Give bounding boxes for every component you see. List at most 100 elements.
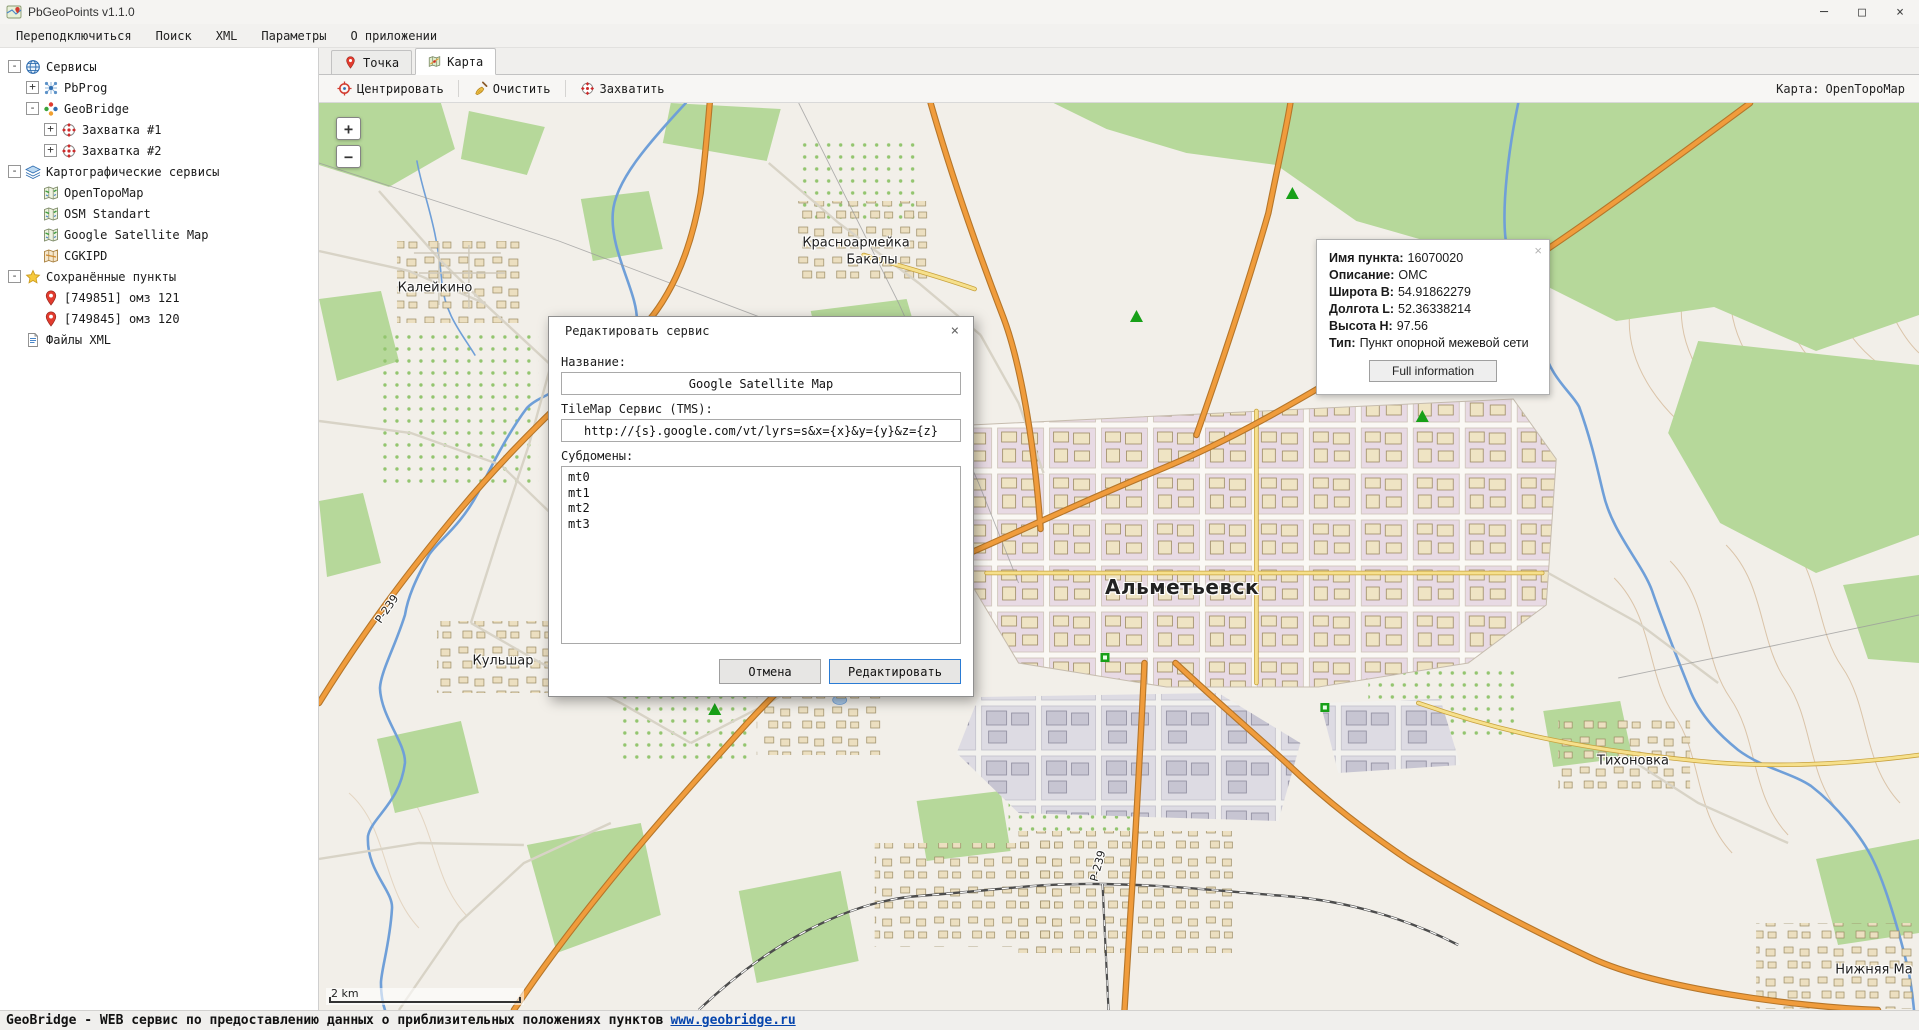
expand-toggle[interactable]: +	[44, 144, 57, 157]
info-value: Пункт опорной межевой сети	[1360, 336, 1529, 350]
restore-button[interactable]: □	[1843, 0, 1881, 24]
tree-item-label: Google Satellite Map	[64, 228, 209, 242]
tree-item-point-749845[interactable]: [749845] омз 120	[0, 308, 318, 329]
expand-toggle[interactable]: +	[44, 123, 57, 136]
close-icon[interactable]: ×	[1534, 242, 1542, 259]
tabbar: Точка Карта	[319, 48, 1919, 75]
crosshair-icon	[337, 81, 352, 96]
tab-point[interactable]: Точка	[331, 50, 412, 74]
map-source-value[interactable]: OpenTopoMap	[1826, 82, 1905, 96]
expand-toggle[interactable]: -	[26, 102, 39, 115]
map-service-icon	[43, 227, 59, 243]
tree-item-capture-2[interactable]: + Захватка #2	[0, 140, 318, 161]
info-row: Имя пункта:16070020	[1329, 250, 1537, 267]
tree-item-label: Захватка #2	[82, 144, 161, 158]
center-button[interactable]: Центрировать	[329, 77, 452, 100]
tree-item-label: PbProg	[64, 81, 107, 95]
pin-icon	[344, 56, 357, 69]
network-icon	[43, 80, 59, 96]
info-row: Широта B:54.91862279	[1329, 284, 1537, 301]
close-button[interactable]: ×	[1881, 0, 1919, 24]
menu-search[interactable]: Поиск	[144, 26, 204, 46]
status-text: GeoBridge - WEB сервис по предоставлению…	[6, 1013, 663, 1028]
subdomains-textarea[interactable]: mt0 mt1 mt2 mt3	[561, 466, 961, 644]
edit-service-dialog: Редактировать сервис × Название: TileMap…	[548, 316, 974, 697]
info-label: Высота H:	[1329, 319, 1393, 333]
tree-item-services[interactable]: - Сервисы	[0, 56, 318, 77]
tree-item-xml-files[interactable]: Файлы XML	[0, 329, 318, 350]
geobridge-link[interactable]: www.geobridge.ru	[670, 1013, 795, 1028]
window-title: PbGeoPoints v1.1.0	[28, 5, 135, 19]
tree-item-geobridge[interactable]: - GeoBridge	[0, 98, 318, 119]
tree-item-label: Захватка #1	[82, 123, 161, 137]
geobridge-icon	[43, 101, 59, 117]
globe-services-icon	[25, 59, 41, 75]
full-information-button[interactable]: Full information	[1369, 360, 1497, 382]
menubar: Переподключиться Поиск XML Параметры О п…	[0, 24, 1919, 48]
clear-button[interactable]: Очистить	[465, 77, 559, 100]
expand-toggle[interactable]: +	[26, 81, 39, 94]
info-row: Тип:Пункт опорной межевой сети	[1329, 335, 1537, 352]
xml-file-icon	[25, 332, 41, 348]
info-row: Долгота L:52.36338214	[1329, 301, 1537, 318]
service-name-label: Название:	[561, 355, 961, 369]
tree-item-cgkipd[interactable]: CGKIPD	[0, 245, 318, 266]
star-icon	[25, 269, 41, 285]
tree-item-pbprog[interactable]: + PbProg	[0, 77, 318, 98]
target-icon	[580, 81, 595, 96]
menu-about[interactable]: О приложении	[338, 26, 449, 46]
expand-toggle[interactable]: -	[8, 165, 21, 178]
info-value: 52.36338214	[1398, 302, 1471, 316]
info-value: ОМС	[1398, 268, 1427, 282]
zoom-in-button[interactable]: +	[336, 117, 361, 140]
tree-item-carto-services[interactable]: - Картографические сервисы	[0, 161, 318, 182]
tree-item-label: Файлы XML	[46, 333, 111, 347]
tree-item-label: CGKIPD	[64, 249, 107, 263]
tree-item-osm-standart[interactable]: OSM Standart	[0, 203, 318, 224]
tree-item-label: Сохранённые пункты	[46, 270, 176, 284]
tms-url-input[interactable]	[561, 419, 961, 442]
close-icon[interactable]: ×	[947, 323, 963, 339]
expand-toggle[interactable]: -	[8, 60, 21, 73]
menu-reconnect[interactable]: Переподключиться	[4, 26, 144, 46]
zoom-control: + −	[336, 117, 361, 168]
tab-map[interactable]: Карта	[415, 48, 496, 75]
capture-button[interactable]: Захватить	[572, 77, 673, 100]
center-button-label: Центрировать	[357, 82, 444, 96]
tab-label: Точка	[363, 56, 399, 70]
expand-toggle[interactable]: -	[8, 270, 21, 283]
target-capture-icon	[61, 143, 77, 159]
info-value: 97.56	[1397, 319, 1428, 333]
map-icon	[428, 55, 441, 68]
pin-icon	[43, 290, 59, 306]
map-source-label: Карта:	[1776, 82, 1819, 96]
subdomains-label: Субдомены:	[561, 449, 961, 463]
menu-parameters[interactable]: Параметры	[249, 26, 338, 46]
scale-line	[329, 997, 521, 1003]
tree-item-label: Картографические сервисы	[46, 165, 219, 179]
tree-item-saved-points[interactable]: - Сохранённые пункты	[0, 266, 318, 287]
tree-item-opentopomap[interactable]: OpenTopoMap	[0, 182, 318, 203]
toolbar-separator	[565, 80, 566, 97]
tree-item-capture-1[interactable]: + Захватка #1	[0, 119, 318, 140]
sidebar-tree: - Сервисы + PbProg - GeoBridge + Захватк…	[0, 48, 319, 1010]
dialog-titlebar[interactable]: Редактировать сервис ×	[549, 317, 973, 344]
tree-item-label: [749845] омз 120	[64, 312, 180, 326]
edit-submit-button[interactable]: Редактировать	[829, 659, 961, 684]
info-value: 16070020	[1408, 251, 1464, 265]
minimize-button[interactable]: ─	[1805, 0, 1843, 24]
app-window: PbGeoPoints v1.1.0 ─ □ × Переподключитьс…	[0, 0, 1919, 1030]
info-row: Описание:ОМС	[1329, 267, 1537, 284]
service-name-input[interactable]	[561, 372, 961, 395]
statusbar: GeoBridge - WEB сервис по предоставлению…	[0, 1010, 1919, 1030]
menu-xml[interactable]: XML	[204, 26, 250, 46]
zoom-out-button[interactable]: −	[336, 145, 361, 168]
tree-item-point-749851[interactable]: [749851] омз 121	[0, 287, 318, 308]
layers-icon	[25, 164, 41, 180]
toolbar-separator	[458, 80, 459, 97]
clear-button-label: Очистить	[493, 82, 551, 96]
pin-icon	[43, 311, 59, 327]
tree-item-google-satellite[interactable]: Google Satellite Map	[0, 224, 318, 245]
cancel-button[interactable]: Отмена	[719, 659, 821, 684]
tms-url-label: TileMap Сервис (TMS):	[561, 402, 961, 416]
